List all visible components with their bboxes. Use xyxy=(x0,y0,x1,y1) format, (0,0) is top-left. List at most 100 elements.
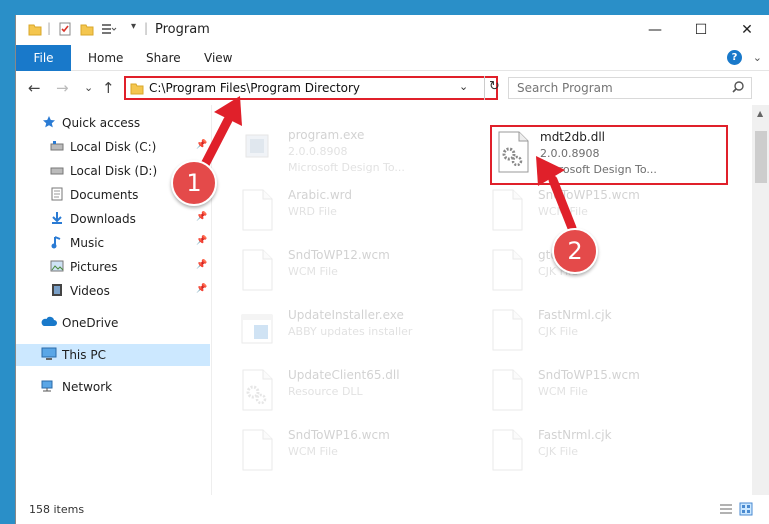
sidebar-item-label: Network xyxy=(62,380,113,394)
file-detail: WRD File xyxy=(288,205,337,218)
details-view-icon[interactable] xyxy=(719,502,733,516)
address-bar[interactable]: C:\Program Files\Program Directory ⌄ ↻ xyxy=(124,76,500,100)
installer-icon xyxy=(240,309,274,351)
file-detail: 2.0.0.8908 xyxy=(288,145,348,158)
file-name: SndToWP16.wcm xyxy=(288,428,390,442)
pin-icon[interactable]: 📌 xyxy=(196,212,207,222)
large-icons-view-icon[interactable] xyxy=(739,502,753,516)
file-icon xyxy=(490,429,524,471)
sidebar-item-onedrive[interactable]: OneDrive xyxy=(16,312,210,334)
sidebar-item-quick-access[interactable]: Quick access xyxy=(16,112,210,134)
drive-icon xyxy=(50,167,64,175)
status-bar: 158 items xyxy=(16,495,769,524)
maximize-button[interactable]: ☐ xyxy=(678,15,724,45)
sidebar-item-downloads[interactable]: Downloads 📌 xyxy=(16,208,210,230)
file-item-mdt2db-dll[interactable]: mdt2db.dll 2.0.0.8908 Microsoft Design To.… xyxy=(490,125,728,185)
music-icon xyxy=(51,236,61,249)
pin-icon[interactable]: 📌 xyxy=(196,236,207,246)
folder-icon xyxy=(130,83,144,95)
file-item[interactable]: UpdateClient65.dll Resource DLL xyxy=(212,365,452,415)
tab-share[interactable]: Share xyxy=(146,45,181,71)
window-title: Program xyxy=(155,22,210,37)
pin-icon[interactable]: 📌 xyxy=(196,284,207,294)
file-detail: 2.0.0.8908 xyxy=(540,147,600,160)
file-detail: WCM File xyxy=(288,265,338,278)
close-button[interactable]: ✕ xyxy=(724,15,769,45)
forward-button[interactable]: → xyxy=(56,79,69,97)
file-icon xyxy=(240,249,274,291)
file-icon xyxy=(240,189,274,231)
sidebar-item-this-pc[interactable]: This PC xyxy=(16,344,210,366)
file-name: SndToWP15.wcm xyxy=(538,188,640,202)
sidebar-item-music[interactable]: Music 📌 xyxy=(16,232,210,254)
dll-gear-icon xyxy=(240,369,274,411)
sidebar-item-network[interactable]: Network xyxy=(16,376,210,398)
file-name: SndToWP12.wcm xyxy=(288,248,390,262)
file-detail: CJK File xyxy=(538,445,579,458)
title-bar: | ▾ | Program — ☐ ✕ xyxy=(16,15,769,45)
file-item[interactable]: SndToWP15.wcm WCM File xyxy=(462,185,702,235)
sidebar-item-pictures[interactable]: Pictures 📌 xyxy=(16,256,210,278)
file-item[interactable]: SndToWP12.wcm WCM File xyxy=(212,245,452,295)
sidebar-item-label: Downloads xyxy=(70,212,136,226)
step-badge-1: 1 xyxy=(171,160,217,206)
file-name: program.exe xyxy=(288,128,365,142)
file-detail: ABBY updates installer xyxy=(288,325,413,338)
sidebar-item-label: This PC xyxy=(62,348,106,362)
file-item[interactable]: FastNrml.cjk CJK File xyxy=(462,305,702,355)
step-badge-2: 2 xyxy=(552,228,598,274)
minimize-button[interactable]: — xyxy=(632,15,678,45)
sidebar-item-local-disk-c[interactable]: Local Disk (C:) 📌 xyxy=(16,136,210,158)
search-input[interactable] xyxy=(509,78,724,98)
star-icon xyxy=(43,116,55,128)
file-name: FastNrml.cjk xyxy=(538,308,612,322)
pin-icon[interactable]: 📌 xyxy=(196,260,207,270)
vertical-scrollbar[interactable]: ▲ xyxy=(752,105,769,495)
file-item[interactable]: SndToWP16.wcm WCM File xyxy=(212,425,452,475)
up-button[interactable]: ↑ xyxy=(102,79,115,97)
refresh-button[interactable]: ↻ xyxy=(489,79,500,94)
file-item[interactable]: FastNrml.cjk CJK File xyxy=(462,425,702,475)
file-name: SndToWP15.wcm xyxy=(538,368,640,382)
recent-locations-button[interactable]: ⌄ xyxy=(84,81,93,94)
file-name: UpdateInstaller.exe xyxy=(288,308,404,322)
file-detail: WCM File xyxy=(538,205,588,218)
toolbar-separator: | xyxy=(47,21,52,35)
file-name: UpdateClient65.dll xyxy=(288,368,400,382)
address-path[interactable]: C:\Program Files\Program Directory xyxy=(149,81,360,95)
ribbon-tabs: File Home Share View ⌄ ? xyxy=(16,45,769,71)
folder-icon[interactable] xyxy=(28,22,42,36)
file-item[interactable]: UpdateInstaller.exe ABBY updates installe… xyxy=(212,305,452,355)
file-detail: Microsoft Design To... xyxy=(540,163,657,176)
search-icon[interactable] xyxy=(731,80,745,94)
back-button[interactable]: ← xyxy=(28,79,41,97)
item-count: 158 items xyxy=(29,503,85,516)
refresh-area: ↻ xyxy=(484,76,504,100)
address-dropdown-icon[interactable]: ⌄ xyxy=(459,80,468,93)
ribbon-expand-icon[interactable]: ⌄ xyxy=(753,51,762,64)
tab-home[interactable]: Home xyxy=(88,45,123,71)
pin-icon[interactable]: 📌 xyxy=(196,140,207,150)
file-item[interactable]: program.exe 2.0.0.8908 Microsoft Design To… xyxy=(212,125,452,175)
tab-view[interactable]: View xyxy=(204,45,232,71)
quick-access-dropdown-icon[interactable]: ▾ xyxy=(131,21,136,32)
sidebar-item-label: Music xyxy=(70,236,105,250)
tab-file[interactable]: File xyxy=(16,45,71,71)
search-box[interactable] xyxy=(508,77,752,99)
file-detail: WCM File xyxy=(538,385,588,398)
file-item[interactable]: SndToWP15.wcm WCM File xyxy=(462,365,702,415)
customize-toolbar-icon[interactable] xyxy=(101,22,117,36)
drive-icon xyxy=(50,141,64,151)
file-list: program.exe 2.0.0.8908 Microsoft Design To… xyxy=(212,105,752,495)
help-icon[interactable]: ? xyxy=(727,50,742,65)
file-detail: CJK File xyxy=(538,325,579,338)
sidebar-item-label: Documents xyxy=(70,188,139,202)
sidebar-item-videos[interactable]: Videos 📌 xyxy=(16,280,210,302)
new-folder-icon[interactable] xyxy=(80,22,94,36)
properties-icon[interactable] xyxy=(58,22,72,36)
scrollbar-thumb[interactable] xyxy=(755,131,767,183)
scroll-up-icon[interactable]: ▲ xyxy=(757,109,763,118)
file-icon xyxy=(240,429,274,471)
file-item[interactable]: Arabic.wrd WRD File xyxy=(212,185,452,235)
videos-icon xyxy=(52,284,62,296)
